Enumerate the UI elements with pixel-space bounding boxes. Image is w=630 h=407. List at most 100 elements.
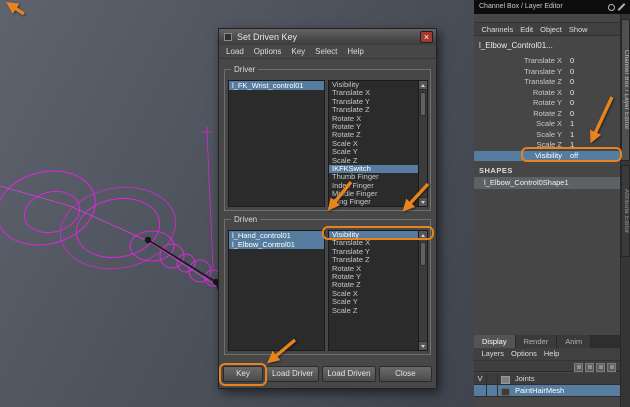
attr-name[interactable]: Visibility [474,151,570,162]
menu-object[interactable]: Object [540,25,562,34]
attr-name[interactable]: Rotate Y [474,98,570,109]
driver-attr[interactable]: Rotate Y [329,123,418,131]
attr-value[interactable]: off [570,151,620,162]
driver-attr[interactable]: Middle Finger [329,190,418,198]
shape-node-row[interactable]: l_Elbow_Control0Shape1 [474,177,620,189]
layer-type-cell[interactable] [487,373,498,384]
driver-attr[interactable]: Translate X [329,89,418,97]
attr-value[interactable]: 1 [570,130,620,141]
attr-value[interactable]: 0 [570,88,620,99]
driven-attr[interactable]: Scale X [329,290,418,298]
driver-attr-selected[interactable]: IKFKSwitch [329,165,418,173]
driver-attr[interactable]: Scale X [329,140,418,148]
driver-attr[interactable]: Rotate Z [329,131,418,139]
load-driven-button[interactable]: Load Driven [322,366,375,382]
attr-name[interactable]: Scale Z [474,140,570,151]
attr-value[interactable]: 1 [570,119,620,130]
driver-attr[interactable]: Index Finger [329,182,418,190]
driven-object[interactable]: l_Hand_control01 [229,231,324,240]
attr-value[interactable]: 0 [570,56,620,67]
driver-attr[interactable]: Translate Z [329,106,418,114]
driven-attr[interactable]: Translate Z [329,256,418,264]
driver-object[interactable]: l_FK_Wrist_control01 [229,81,324,90]
attr-value[interactable]: 0 [570,109,620,120]
driven-attr[interactable]: Translate X [329,239,418,247]
driver-attr[interactable]: Visibility [329,81,418,89]
layer-name[interactable]: PaintHairMesh [511,385,564,396]
scroll-thumb[interactable] [420,242,426,266]
layer-type-cell[interactable] [487,385,498,396]
driver-attr[interactable]: Ring Finger [329,198,418,206]
move-layer-icon[interactable] [574,363,583,372]
scroll-down-icon[interactable] [419,341,427,350]
attr-value[interactable]: 1 [570,140,620,151]
scroll-up-icon[interactable] [419,231,427,240]
attr-value[interactable]: 0 [570,98,620,109]
scroll-thumb[interactable] [420,92,426,116]
menu-edit[interactable]: Edit [520,25,533,34]
close-icon[interactable]: × [420,31,433,43]
tab-render[interactable]: Render [516,335,558,348]
driver-attr[interactable]: Thumb Finger [329,173,418,181]
layer-visibility-toggle[interactable]: V [474,373,487,384]
attr-value[interactable]: 0 [570,67,620,78]
menu-help[interactable]: Help [347,47,363,56]
driven-attr[interactable]: Rotate X [329,265,418,273]
menu-help[interactable]: Help [544,349,559,358]
driven-attr[interactable]: Translate Y [329,248,418,256]
new-empty-layer-icon[interactable] [607,363,616,372]
layer-name[interactable]: Joints [511,373,535,384]
layer-row-painthairmesh[interactable]: PaintHairMesh [474,385,620,397]
attr-name[interactable]: Rotate Z [474,109,570,120]
layer-color-swatch[interactable] [498,373,511,384]
scroll-down-icon[interactable] [419,197,427,206]
menu-options[interactable]: Options [511,349,537,358]
pin-icon[interactable] [608,4,615,11]
new-layer-from-selected-icon[interactable] [596,363,605,372]
menu-options[interactable]: Options [254,47,282,56]
attr-name[interactable]: Translate X [474,56,570,67]
channel-row: Translate Y0 [474,67,620,78]
dialog-titlebar[interactable]: Set Driven Key × [219,29,436,45]
driver-attr[interactable]: Scale Y [329,148,418,156]
menu-show[interactable]: Show [569,25,588,34]
layer-visibility-toggle[interactable] [474,385,487,396]
driver-object-list[interactable]: l_FK_Wrist_control01 [228,80,325,207]
attr-value[interactable]: 0 [570,77,620,88]
layer-color-swatch[interactable] [498,385,511,396]
menu-load[interactable]: Load [226,47,244,56]
driven-attr-selected[interactable]: Visibility [329,231,418,239]
scrollbar[interactable] [418,231,427,350]
edit-layer-icon[interactable] [585,363,594,372]
driven-object-list[interactable]: l_Hand_control01 l_Elbow_Control01 [228,230,325,351]
menu-layers[interactable]: Layers [482,349,505,358]
attr-name[interactable]: Translate Z [474,77,570,88]
tab-display[interactable]: Display [474,335,516,348]
close-button[interactable]: Close [379,366,432,382]
driven-object[interactable]: l_Elbow_Control01 [229,240,324,249]
driver-attr[interactable]: Rotate X [329,115,418,123]
menu-key[interactable]: Key [291,47,305,56]
driver-attr[interactable]: Scale Z [329,157,418,165]
side-tab-channel-box[interactable]: Channel Box / Layer Editor [621,19,630,161]
driver-attr[interactable]: Translate Y [329,98,418,106]
pencil-icon[interactable] [618,3,626,11]
key-button[interactable]: Key [223,366,263,382]
driven-attr[interactable]: Rotate Y [329,273,418,281]
attr-name[interactable]: Translate Y [474,67,570,78]
scrollbar[interactable] [418,81,427,206]
driven-attr[interactable]: Rotate Z [329,281,418,289]
attr-name[interactable]: Rotate X [474,88,570,99]
layer-row-joints[interactable]: V Joints [474,373,620,385]
menu-select[interactable]: Select [315,47,337,56]
driven-attr[interactable]: Scale Y [329,298,418,306]
tab-anim[interactable]: Anim [557,335,591,348]
attr-name[interactable]: Scale Y [474,130,570,141]
side-tab-attribute-editor[interactable]: Attribute Editor [621,165,630,257]
attr-name[interactable]: Scale X [474,119,570,130]
scroll-up-icon[interactable] [419,81,427,90]
menu-channels[interactable]: Channels [482,25,514,34]
load-driver-button[interactable]: Load Driver [266,366,319,382]
driven-attr[interactable]: Scale Z [329,307,418,315]
selected-object-name[interactable]: l_Elbow_Control01... [479,41,553,50]
